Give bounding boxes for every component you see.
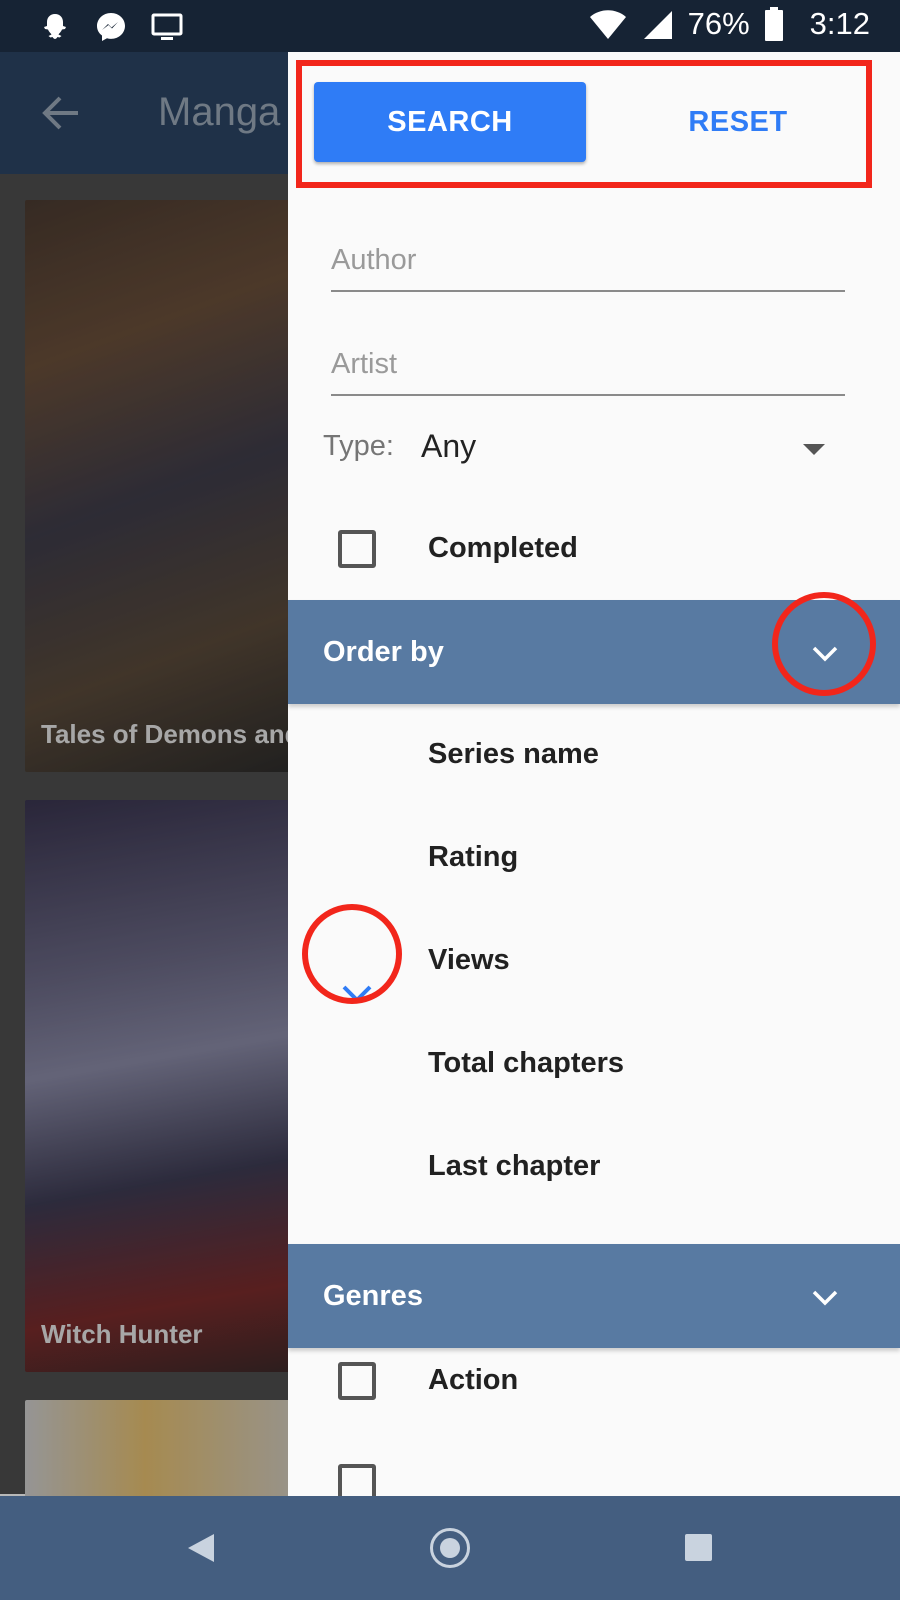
genre-checkbox[interactable]	[338, 1362, 376, 1400]
artist-field[interactable]	[331, 336, 845, 396]
filter-drawer: SEARCH RESET Type: Any Completed Order b…	[288, 52, 900, 1496]
screen: 76% 3:12 Manga Tales of Demons and G Wit…	[0, 0, 900, 1600]
type-value[interactable]: Any	[421, 428, 476, 465]
annotation-circle	[772, 592, 876, 696]
wifi-icon	[589, 10, 626, 39]
genres-header[interactable]: Genres	[288, 1244, 900, 1348]
type-label: Type:	[323, 430, 394, 462]
action-buttons: SEARCH RESET	[288, 52, 900, 192]
artist-input[interactable]	[331, 336, 845, 392]
battery-percent: 76%	[687, 6, 750, 41]
status-right: 76% 3:12	[588, 6, 870, 42]
snapchat-icon	[44, 14, 66, 39]
status-bar: 76% 3:12	[0, 0, 900, 52]
order-option-rating[interactable]: Rating	[428, 841, 518, 874]
signal-icon	[643, 11, 672, 39]
order-by-title: Order by	[323, 636, 444, 668]
completed-label: Completed	[428, 532, 578, 564]
author-input[interactable]	[331, 232, 845, 288]
author-field[interactable]	[331, 232, 845, 292]
order-option-series-name[interactable]: Series name	[428, 738, 599, 771]
genre-label: Action	[428, 1364, 519, 1396]
nav-home-dot	[440, 1538, 460, 1558]
navigation-bar	[0, 1496, 900, 1600]
dropdown-arrow-icon[interactable]	[803, 444, 825, 455]
chevron-down-icon[interactable]	[808, 1280, 842, 1314]
order-option-total-chapters[interactable]: Total chapters	[428, 1047, 624, 1080]
nav-recents-icon[interactable]	[685, 1534, 712, 1561]
battery-icon	[764, 7, 783, 41]
order-by-header[interactable]: Order by	[288, 592, 900, 704]
nav-back-icon[interactable]	[186, 1532, 216, 1564]
annotation-circle	[302, 904, 402, 1004]
annotation-rectangle	[296, 60, 872, 188]
genre-checkbox[interactable]	[338, 1464, 376, 1496]
type-select[interactable]: Type: Any	[323, 418, 863, 478]
clock: 3:12	[809, 6, 870, 41]
completed-checkbox[interactable]	[338, 530, 376, 568]
order-option-views[interactable]: Views	[428, 944, 510, 977]
genre-checkbox-row[interactable]	[288, 1444, 900, 1496]
completed-checkbox-row[interactable]: Completed	[288, 510, 900, 590]
cast-icon	[151, 13, 183, 40]
order-option-last-chapter[interactable]: Last chapter	[428, 1150, 600, 1183]
status-left-icons	[38, 10, 184, 44]
messenger-icon	[97, 13, 125, 41]
genres-title: Genres	[323, 1280, 423, 1312]
genre-checkbox-row[interactable]: Action	[288, 1342, 900, 1422]
nav-home-icon[interactable]	[430, 1528, 470, 1568]
